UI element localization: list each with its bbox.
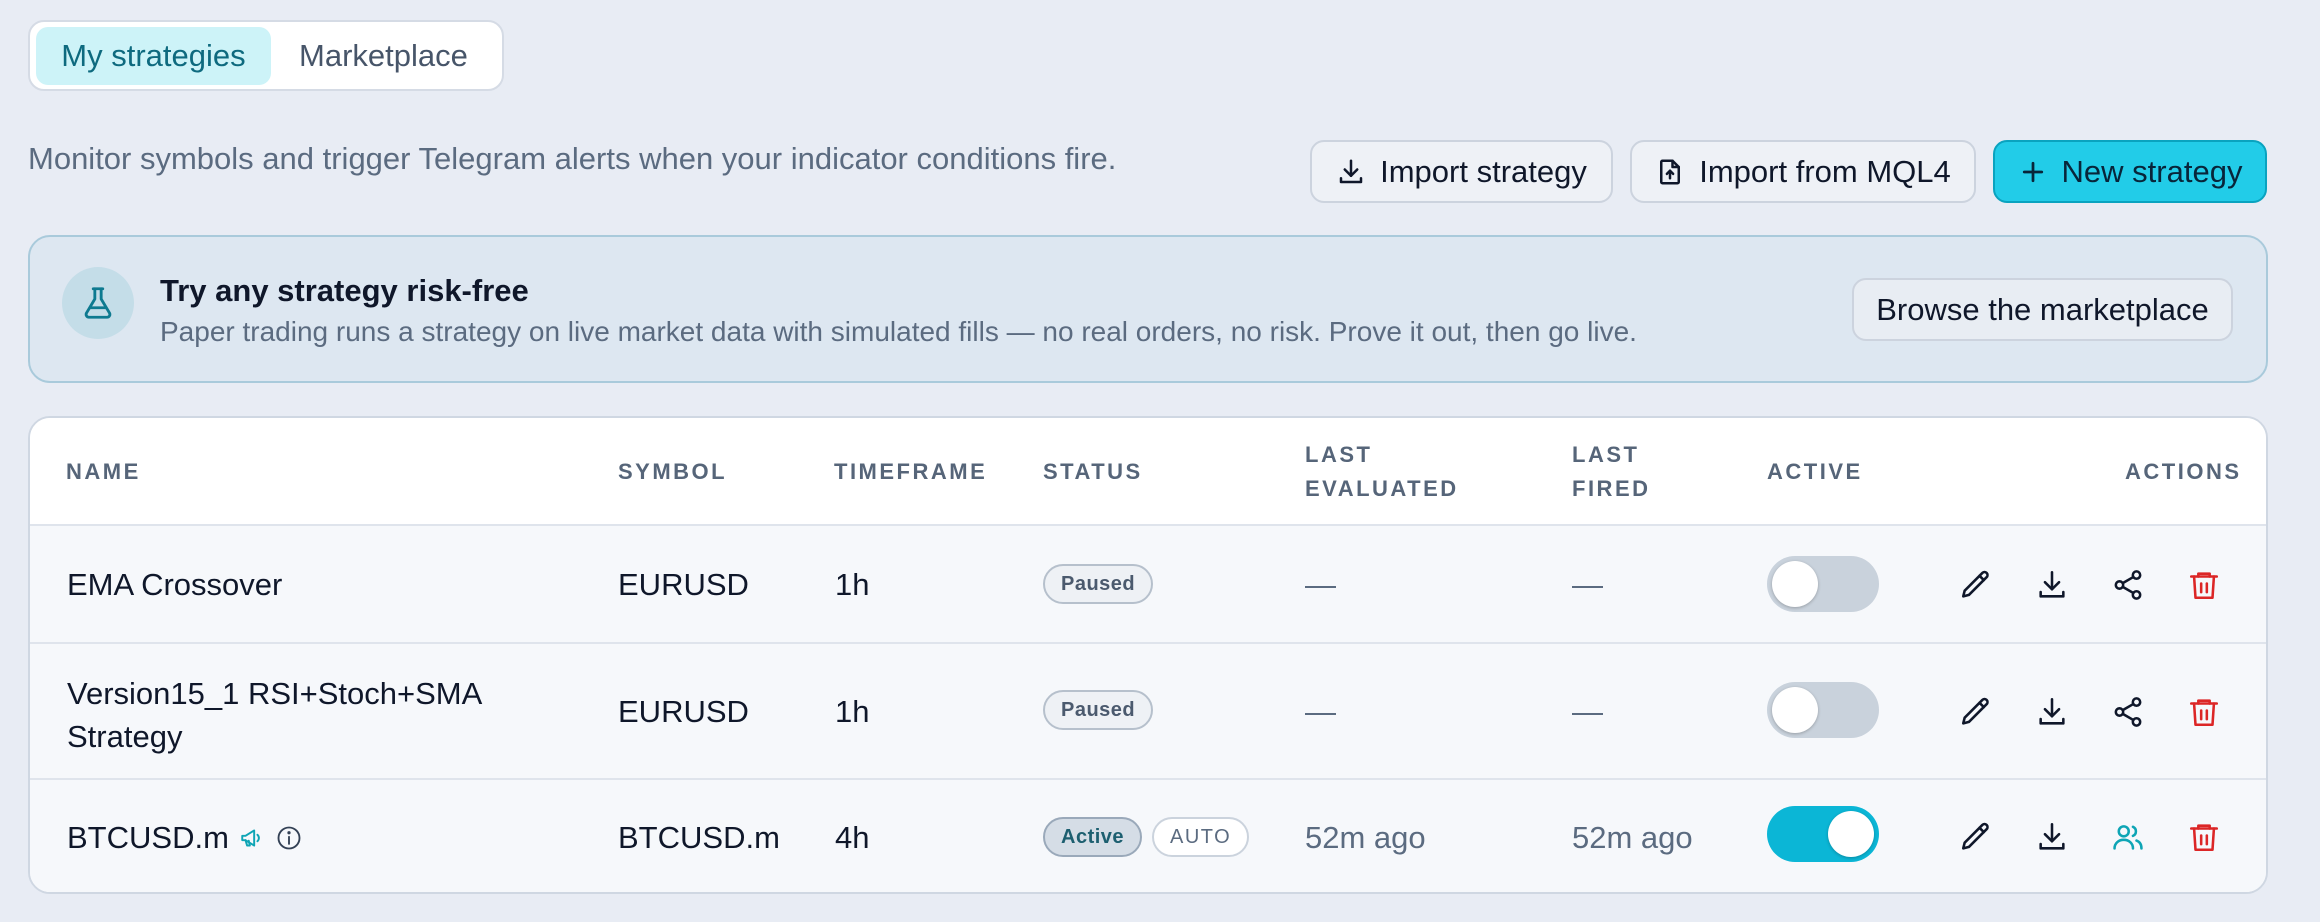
status-badge: Paused bbox=[1043, 690, 1154, 730]
active-toggle[interactable] bbox=[1767, 556, 1879, 612]
import-strategy-label: Import strategy bbox=[1380, 153, 1587, 189]
last-fired: — bbox=[1572, 567, 1603, 602]
strategy-name-text: BTCUSD.m bbox=[67, 820, 229, 855]
status-badge: Active bbox=[1043, 817, 1143, 857]
strategy-symbol: BTCUSD.m bbox=[618, 820, 780, 855]
info-icon[interactable] bbox=[275, 824, 303, 852]
users-icon[interactable] bbox=[2108, 817, 2148, 857]
tab-marketplace[interactable]: Marketplace bbox=[271, 27, 496, 85]
import-mql4-label: Import from MQL4 bbox=[1699, 153, 1951, 189]
new-strategy-label: New strategy bbox=[2061, 153, 2243, 189]
file-upload-icon bbox=[1655, 157, 1685, 187]
status-badge: Paused bbox=[1043, 564, 1154, 604]
last-evaluated: — bbox=[1305, 694, 1336, 729]
header-last-evaluated: LAST EVALUATED bbox=[1305, 438, 1459, 506]
strategy-symbol: EURUSD bbox=[618, 694, 749, 729]
last-fired: — bbox=[1572, 694, 1603, 729]
header-status: STATUS bbox=[1043, 459, 1143, 484]
header-symbol: SYMBOL bbox=[618, 459, 728, 484]
header-name: NAME bbox=[66, 459, 141, 484]
toggle-knob bbox=[1828, 811, 1874, 857]
import-mql4-button[interactable]: Import from MQL4 bbox=[1630, 140, 1976, 203]
strategies-table: NAME SYMBOL TIMEFRAME STATUS LAST EVALUA… bbox=[28, 416, 2268, 894]
strategy-name[interactable]: EMA Crossover bbox=[67, 567, 282, 603]
header-active: ACTIVE bbox=[1767, 459, 1863, 484]
strategy-timeframe: 1h bbox=[835, 567, 870, 602]
strategy-timeframe: 1h bbox=[835, 694, 870, 729]
browse-marketplace-button[interactable]: Browse the marketplace bbox=[1852, 278, 2233, 341]
header-last-fired-line1: LAST bbox=[1572, 442, 1640, 467]
strategy-name[interactable]: BTCUSD.m bbox=[67, 820, 303, 856]
strategy-symbol: EURUSD bbox=[618, 567, 749, 602]
banner-text: Paper trading runs a strategy on live ma… bbox=[160, 316, 1637, 347]
share-icon[interactable] bbox=[2108, 565, 2148, 605]
tab-my-strategies[interactable]: My strategies bbox=[36, 26, 271, 85]
trash-icon[interactable] bbox=[2184, 692, 2224, 732]
table-header: NAME SYMBOL TIMEFRAME STATUS LAST EVALUA… bbox=[30, 418, 2266, 526]
trash-icon[interactable] bbox=[2184, 565, 2224, 605]
strategy-name[interactable]: Version15_1 RSI+Stoch+SMA Strategy bbox=[67, 672, 482, 758]
pencil-icon[interactable] bbox=[1956, 692, 1996, 732]
share-icon[interactable] bbox=[2108, 692, 2148, 732]
header-actions: ACTIONS bbox=[2125, 459, 2242, 484]
table-row[interactable]: BTCUSD.m BTCUSD.m 4h Active AUTO 52m ago… bbox=[30, 780, 2266, 892]
header-last-fired-line2: FIRED bbox=[1572, 476, 1651, 501]
active-toggle[interactable] bbox=[1767, 806, 1879, 862]
megaphone-icon bbox=[239, 825, 265, 851]
page-description: Monitor symbols and trigger Telegram ale… bbox=[28, 141, 1117, 176]
import-strategy-button[interactable]: Import strategy bbox=[1310, 140, 1613, 203]
plus-icon bbox=[2018, 157, 2048, 187]
flask-icon bbox=[62, 267, 134, 339]
new-strategy-button[interactable]: New strategy bbox=[1993, 140, 2267, 203]
header-last-fired: LAST FIRED bbox=[1572, 438, 1651, 506]
last-fired: 52m ago bbox=[1572, 820, 1693, 855]
pencil-icon[interactable] bbox=[1956, 817, 1996, 857]
download-icon[interactable] bbox=[2032, 817, 2072, 857]
banner-title: Try any strategy risk-free bbox=[160, 273, 529, 308]
download-icon[interactable] bbox=[2032, 565, 2072, 605]
pencil-icon[interactable] bbox=[1956, 565, 1996, 605]
trash-icon[interactable] bbox=[2184, 817, 2224, 857]
header-timeframe: TIMEFRAME bbox=[834, 459, 988, 484]
last-evaluated: — bbox=[1305, 567, 1336, 602]
paper-trading-banner: Try any strategy risk-free Paper trading… bbox=[28, 235, 2268, 383]
header-last-evaluated-line2: EVALUATED bbox=[1305, 476, 1459, 501]
download-icon[interactable] bbox=[2032, 692, 2072, 732]
toggle-knob bbox=[1772, 687, 1818, 733]
active-toggle[interactable] bbox=[1767, 682, 1879, 738]
last-evaluated: 52m ago bbox=[1305, 820, 1426, 855]
table-row[interactable]: Version15_1 RSI+Stoch+SMA Strategy EURUS… bbox=[30, 644, 2266, 780]
header-last-evaluated-line1: LAST bbox=[1305, 442, 1373, 467]
strategy-timeframe: 4h bbox=[835, 820, 870, 855]
mode-badge: AUTO bbox=[1152, 817, 1250, 857]
strategy-name-line2: Strategy bbox=[67, 719, 183, 754]
toggle-knob bbox=[1772, 561, 1818, 607]
table-row[interactable]: EMA Crossover EURUSD 1h Paused — — bbox=[30, 526, 2266, 644]
strategy-name-line1: Version15_1 RSI+Stoch+SMA bbox=[67, 676, 483, 711]
download-icon bbox=[1336, 157, 1366, 187]
strategy-tabs: My strategies Marketplace bbox=[28, 20, 504, 91]
